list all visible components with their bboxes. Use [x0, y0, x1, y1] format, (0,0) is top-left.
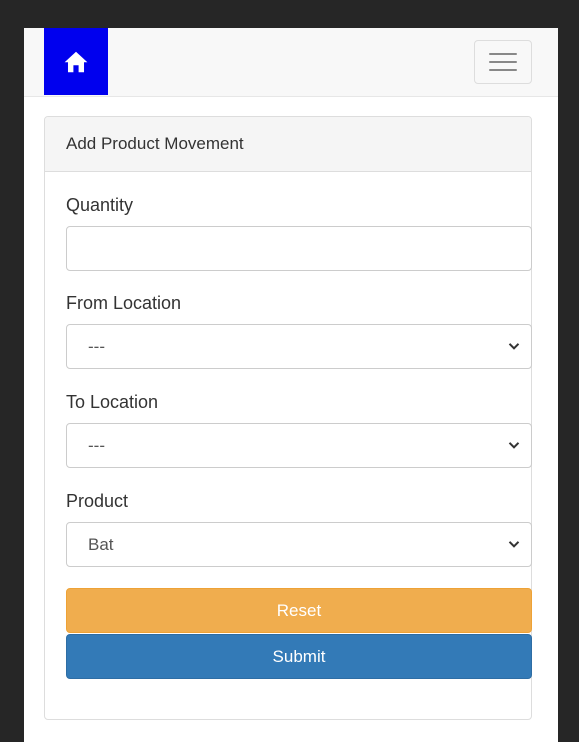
from-location-select[interactable]: --- [66, 324, 532, 369]
quantity-label: Quantity [66, 195, 134, 215]
product-label: Product [66, 491, 129, 511]
home-button[interactable] [44, 28, 108, 95]
chevron-down-icon [508, 343, 520, 350]
home-icon [64, 51, 88, 72]
quantity-input[interactable] [66, 226, 532, 271]
product-select[interactable]: Bat [66, 522, 532, 567]
from-location-selected-value: --- [88, 336, 105, 356]
product-selected-value: Bat [88, 534, 114, 554]
navbar-toggle-button[interactable] [474, 40, 532, 84]
submit-button[interactable]: Submit [66, 634, 532, 679]
chevron-down-icon [508, 541, 520, 548]
to-location-selected-value: --- [88, 435, 105, 455]
add-product-movement-panel: Add Product Movement Quantity From Locat… [44, 116, 532, 720]
reset-button[interactable]: Reset [66, 588, 532, 633]
to-location-label: To Location [66, 392, 159, 412]
panel-heading: Add Product Movement [45, 117, 531, 172]
to-location-select[interactable]: --- [66, 423, 532, 468]
browser-viewport: Add Product Movement Quantity From Locat… [24, 28, 558, 742]
navbar [24, 28, 558, 97]
panel-title: Add Product Movement [66, 134, 244, 153]
chevron-down-icon [508, 442, 520, 449]
from-location-label: From Location [66, 293, 182, 313]
hamburger-menu-icon [489, 53, 517, 55]
